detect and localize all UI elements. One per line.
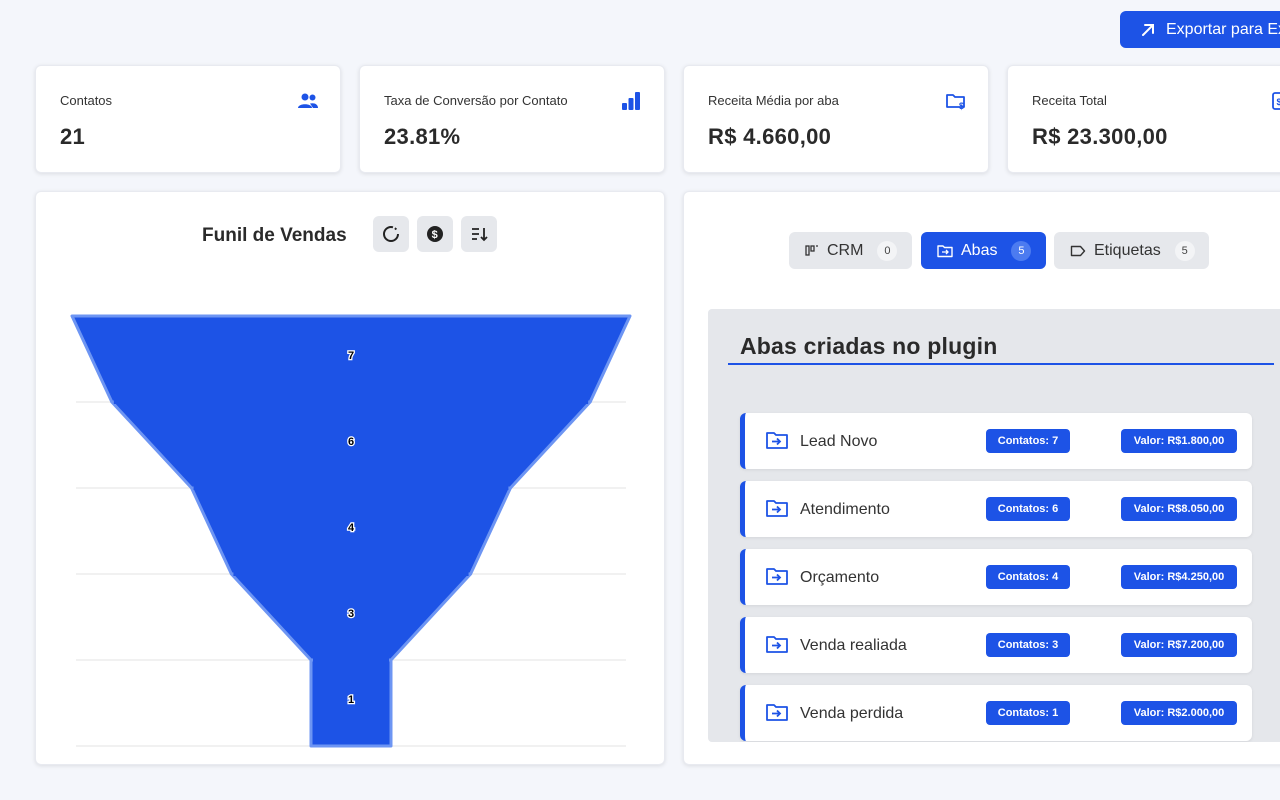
stat-value: R$ 23.300,00 bbox=[1032, 124, 1168, 149]
tab-label: CRM bbox=[827, 241, 864, 259]
stat-card-avg-revenue: Receita Média por aba R$ 4.660,00 $ bbox=[683, 65, 989, 173]
svg-text:$: $ bbox=[1277, 97, 1280, 107]
panel-divider bbox=[728, 363, 1274, 365]
value-badge: Valor: R$7.200,00 bbox=[1121, 633, 1237, 657]
funnel-value-label: 4 bbox=[348, 522, 355, 534]
funnel-value-label: 7 bbox=[348, 350, 354, 362]
folder-enter-icon bbox=[766, 704, 788, 721]
folder-enter-icon bbox=[766, 500, 788, 517]
row-name: Lead Novo bbox=[800, 433, 878, 450]
tab-label: Abas bbox=[961, 241, 998, 259]
tab-crm[interactable]: CRM 0 bbox=[789, 232, 912, 269]
stat-value: 23.81% bbox=[384, 124, 461, 149]
row-name: Venda perdida bbox=[800, 705, 904, 722]
folder-enter-icon bbox=[766, 568, 788, 585]
export-excel-label: Exportar para Excel bbox=[1166, 20, 1280, 38]
export-excel-button[interactable]: Exportar para Excel bbox=[1120, 11, 1280, 48]
bar-chart-icon bbox=[622, 92, 640, 110]
list-item[interactable]: Atendimento Contatos: 6 Valor: R$8.050,0… bbox=[740, 481, 1252, 537]
row-name: Orçamento bbox=[800, 569, 880, 586]
stat-card-conversion: Taxa de Conversão por Contato 23.81% bbox=[359, 65, 665, 173]
value-badge: Valor: R$8.050,00 bbox=[1121, 497, 1237, 521]
funnel-value-label: 3 bbox=[348, 608, 354, 620]
folder-enter-icon bbox=[766, 432, 788, 449]
value-badge: Valor: R$1.800,00 bbox=[1121, 429, 1237, 453]
stat-card-contacts: Contatos 21 bbox=[35, 65, 341, 173]
row-name: Atendimento bbox=[800, 501, 890, 518]
list-item[interactable]: Orçamento Contatos: 4 Valor: R$4.250,00 bbox=[740, 549, 1252, 605]
value-badge: Valor: R$4.250,00 bbox=[1121, 565, 1237, 589]
stat-value: R$ 4.660,00 bbox=[708, 124, 832, 149]
arrow-up-right-icon bbox=[1142, 23, 1154, 36]
tab-count: 5 bbox=[1011, 240, 1032, 261]
stat-label: Contatos bbox=[60, 93, 113, 108]
tab-label: Etiquetas bbox=[1094, 241, 1161, 259]
stat-card-total-revenue: Receita Total R$ 23.300,00 $ bbox=[1007, 65, 1280, 173]
tab-count: 0 bbox=[877, 240, 898, 261]
tag-icon bbox=[1070, 245, 1086, 256]
tabs-card: CRM 0 Abas 5 Etiquetas 5 Abas criadas no… bbox=[683, 191, 1280, 765]
funnel-chart: 7 6 4 3 1 bbox=[70, 314, 632, 748]
row-name: Venda realiada bbox=[800, 637, 907, 654]
tab-count: 5 bbox=[1174, 240, 1195, 261]
contacts-badge: Contatos: 7 bbox=[986, 429, 1070, 453]
stat-label: Receita Média por aba bbox=[708, 93, 839, 108]
funnel-card: Funil de Vendas $ 76431 bbox=[35, 191, 665, 765]
tab-abas[interactable]: Abas 5 bbox=[921, 232, 1046, 269]
stat-label: Taxa de Conversão por Contato bbox=[384, 93, 568, 108]
abas-panel: Abas criadas no plugin Lead Novo Contato… bbox=[708, 309, 1280, 742]
folder-dollar-icon: $ bbox=[946, 94, 965, 111]
kanban-icon bbox=[805, 244, 818, 256]
folder-icon bbox=[937, 244, 953, 257]
tab-etiquetas[interactable]: Etiquetas 5 bbox=[1054, 232, 1209, 269]
funnel-value-label: 1 bbox=[348, 694, 354, 706]
value-badge: Valor: R$2.000,00 bbox=[1121, 701, 1237, 725]
list-item[interactable]: Venda perdida Contatos: 1 Valor: R$2.000… bbox=[740, 685, 1252, 741]
folder-enter-icon bbox=[766, 636, 788, 653]
svg-text:$: $ bbox=[959, 101, 964, 111]
funnel-value-label: 6 bbox=[348, 436, 354, 448]
users-icon bbox=[298, 93, 318, 108]
list-item[interactable]: Lead Novo Contatos: 7 Valor: R$1.800,00 bbox=[740, 413, 1252, 469]
stat-value: 21 bbox=[60, 124, 86, 149]
list-item[interactable]: Venda realiada Contatos: 3 Valor: R$7.20… bbox=[740, 617, 1252, 673]
contacts-badge: Contatos: 4 bbox=[986, 565, 1070, 589]
receipt-icon: $ bbox=[1272, 92, 1280, 110]
contacts-badge: Contatos: 3 bbox=[986, 633, 1070, 657]
panel-title: Abas criadas no plugin bbox=[740, 333, 998, 359]
contacts-badge: Contatos: 6 bbox=[986, 497, 1070, 521]
contacts-badge: Contatos: 1 bbox=[986, 701, 1070, 725]
stat-label: Receita Total bbox=[1032, 93, 1107, 108]
